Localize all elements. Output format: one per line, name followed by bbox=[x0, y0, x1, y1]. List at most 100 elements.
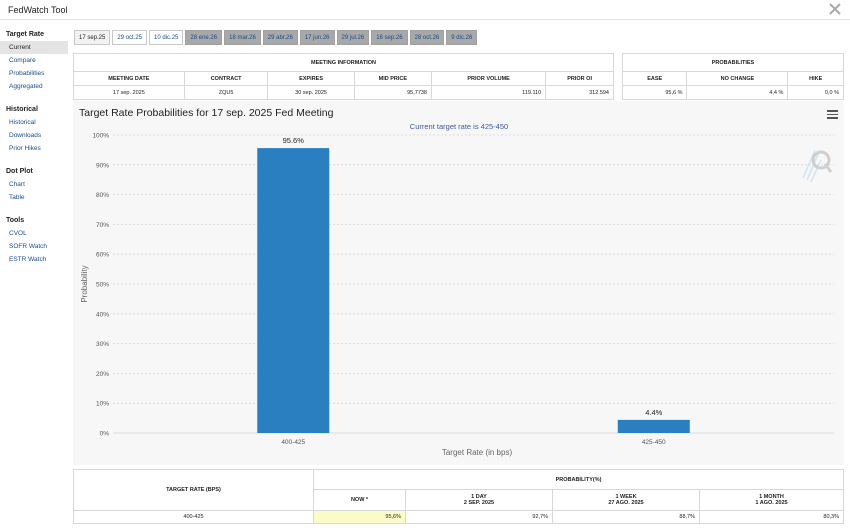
tab-29-jul-26[interactable]: 29 jul.26 bbox=[336, 30, 370, 45]
table-cell-rate: 400-425 bbox=[73, 510, 314, 524]
tab-18-mar-26[interactable]: 18 mar.26 bbox=[224, 30, 261, 45]
tab-28-ene-26[interactable]: 28 ene.26 bbox=[185, 30, 223, 45]
table-group-header: PROBABILITIES bbox=[622, 53, 844, 72]
table-row: 17 sep. 2025 ZQU5 30 sep. 2025 95,7738 1… bbox=[73, 85, 614, 100]
table-cell: 0,0 % bbox=[787, 85, 844, 100]
app-title: FedWatch Tool bbox=[8, 5, 68, 15]
sidebar-section-dot-plot: Dot Plot Chart Table bbox=[0, 163, 68, 204]
y-tick-label: 0% bbox=[100, 431, 110, 438]
column-header: PRIOR OI bbox=[545, 71, 614, 86]
table-cell: 95,7738 bbox=[353, 85, 433, 100]
table-cell: 92,7% bbox=[405, 510, 553, 524]
column-header-date: 27 AGO. 2025 bbox=[608, 500, 644, 506]
column-header: HIKE bbox=[787, 71, 844, 86]
chart-panel: 0% 10% 20% 30% 40% 50% 60% 70% 80% 90% 100% 95.6% 4… bbox=[73, 101, 844, 465]
column-header-label: NOW * bbox=[350, 497, 369, 503]
table-cell: 30 sep. 2025 bbox=[267, 85, 355, 100]
column-header: PRIOR VOLUME bbox=[430, 71, 547, 86]
chart-title: Target Rate Probabilities for 17 sep. 20… bbox=[79, 107, 334, 119]
sidebar: Target Rate Current Compare Probabilitie… bbox=[0, 26, 68, 274]
column-header: CONTRACT bbox=[183, 71, 269, 86]
sidebar-item-sofr-watch[interactable]: SOFR Watch bbox=[0, 240, 68, 253]
table-cell: 95,6 % bbox=[621, 85, 688, 100]
sidebar-item-historical[interactable]: Historical bbox=[0, 116, 68, 129]
column-header: EXPIRES bbox=[267, 71, 355, 86]
sidebar-item-probabilities[interactable]: Probabilities bbox=[0, 67, 68, 80]
table-row: 400-425 95,6% 92,7% 88,7% 80,3% bbox=[73, 510, 844, 524]
q-watermark-icon bbox=[802, 149, 833, 183]
sidebar-item-chart[interactable]: Chart bbox=[0, 178, 68, 191]
sidebar-item-aggregated[interactable]: Aggregated bbox=[0, 80, 68, 93]
x-tick-label: 400-425 bbox=[281, 439, 305, 446]
sidebar-item-estr-watch[interactable]: ESTR Watch bbox=[0, 253, 68, 266]
sidebar-heading: Historical bbox=[6, 106, 38, 113]
column-header-1-day: 1 DAY 2 SEP. 2025 bbox=[405, 489, 553, 511]
meeting-information-table: MEETING INFORMATION MEETING DATE CONTRAC… bbox=[73, 53, 614, 100]
bar-data-label: 95.6% bbox=[283, 136, 305, 145]
x-axis-label: Target Rate (in bps) bbox=[442, 448, 513, 457]
column-header: NO CHANGE bbox=[686, 71, 789, 86]
probability-bar-chart: 0% 10% 20% 30% 40% 50% 60% 70% 80% 90% 100% 95.6% 4… bbox=[80, 122, 834, 457]
bar-data-label: 4.4% bbox=[645, 408, 662, 417]
y-tick-label: 60% bbox=[96, 252, 109, 259]
sidebar-item-current[interactable]: Current bbox=[0, 41, 68, 54]
sidebar-heading: Dot Plot bbox=[6, 168, 33, 175]
table-cell: 88,7% bbox=[552, 510, 700, 524]
column-header: MEETING DATE bbox=[73, 71, 185, 86]
table-row: 95,6 % 4,4 % 0,0 % bbox=[621, 85, 844, 100]
table-cell: ZQU5 bbox=[183, 85, 269, 100]
tab-29-oct-25[interactable]: 29 oct.25 bbox=[112, 30, 148, 45]
x-logo-icon[interactable] bbox=[828, 2, 842, 16]
chart-subtitle: Current target rate is 425-450 bbox=[410, 122, 508, 131]
table-cell: 17 sep. 2025 bbox=[73, 85, 185, 100]
y-tick-label: 20% bbox=[96, 371, 109, 378]
table-cell: 312.594 bbox=[545, 85, 614, 100]
y-tick-label: 50% bbox=[96, 282, 109, 289]
sidebar-section-tools: Tools CVOL SOFR Watch ESTR Watch bbox=[0, 212, 68, 266]
tab-10-dic-25[interactable]: 10 dic.25 bbox=[149, 30, 184, 45]
tab-17-sep-25[interactable]: 17 sep.25 bbox=[74, 30, 111, 45]
table-cell: 119.110 bbox=[430, 85, 547, 100]
sidebar-item-table[interactable]: Table bbox=[0, 191, 68, 204]
tab-29-abr-26[interactable]: 29 abr.26 bbox=[262, 30, 298, 45]
y-tick-label: 70% bbox=[96, 222, 109, 229]
sidebar-item-prior-hikes[interactable]: Prior Hikes bbox=[0, 142, 68, 155]
table-group-header: MEETING INFORMATION bbox=[73, 53, 614, 72]
tab-9-dic-26[interactable]: 9 dic.26 bbox=[446, 30, 478, 45]
column-header-1-month: 1 MONTH 1 AGO. 2025 bbox=[699, 489, 844, 511]
column-header-1-week: 1 WEEK 27 AGO. 2025 bbox=[552, 489, 700, 511]
column-header: EASE bbox=[621, 71, 688, 86]
column-header-date: 1 AGO. 2025 bbox=[755, 500, 788, 506]
sidebar-item-cvol[interactable]: CVOL bbox=[0, 227, 68, 240]
column-header: TARGET RATE (BPS) bbox=[73, 469, 314, 511]
tab-17-jun-26[interactable]: 17 jun.26 bbox=[299, 30, 335, 45]
sidebar-section-target-rate: Target Rate Current Compare Probabilitie… bbox=[0, 26, 68, 93]
sidebar-item-downloads[interactable]: Downloads bbox=[0, 129, 68, 142]
sidebar-section-historical: Historical Historical Downloads Prior Hi… bbox=[0, 101, 68, 155]
column-group-header: PROBABILITY(%) bbox=[313, 469, 844, 490]
table-cell: 4,4 % bbox=[686, 85, 789, 100]
x-tick-label: 425-450 bbox=[642, 439, 666, 446]
bar-425-450[interactable] bbox=[617, 419, 690, 433]
tab-16-sep-26[interactable]: 16 sep.26 bbox=[371, 30, 408, 45]
y-tick-label: 80% bbox=[96, 192, 109, 199]
column-header-now: NOW * bbox=[313, 489, 406, 511]
y-tick-label: 10% bbox=[96, 401, 109, 408]
target-rate-probability-table: TARGET RATE (BPS) PROBABILITY(%) NOW * 1… bbox=[73, 469, 844, 524]
y-tick-label: 30% bbox=[96, 341, 109, 348]
table-cell-now: 95,6% bbox=[313, 510, 406, 524]
bar-400-425[interactable] bbox=[257, 148, 330, 433]
sidebar-heading: Target Rate bbox=[6, 31, 44, 38]
y-tick-label: 100% bbox=[92, 133, 109, 140]
y-axis-label: Probability bbox=[80, 265, 89, 302]
tab-28-oct-26[interactable]: 28 oct.26 bbox=[409, 30, 445, 45]
sidebar-heading: Tools bbox=[6, 217, 25, 224]
y-tick-label: 90% bbox=[96, 162, 109, 169]
title-bar: FedWatch Tool bbox=[0, 0, 850, 20]
table-cell: 80,3% bbox=[699, 510, 844, 524]
sidebar-item-compare[interactable]: Compare bbox=[0, 54, 68, 67]
column-header-date: 2 SEP. 2025 bbox=[463, 500, 495, 506]
column-header: MID PRICE bbox=[353, 71, 433, 86]
y-tick-label: 40% bbox=[96, 311, 109, 318]
hamburger-menu-icon[interactable] bbox=[827, 110, 838, 119]
